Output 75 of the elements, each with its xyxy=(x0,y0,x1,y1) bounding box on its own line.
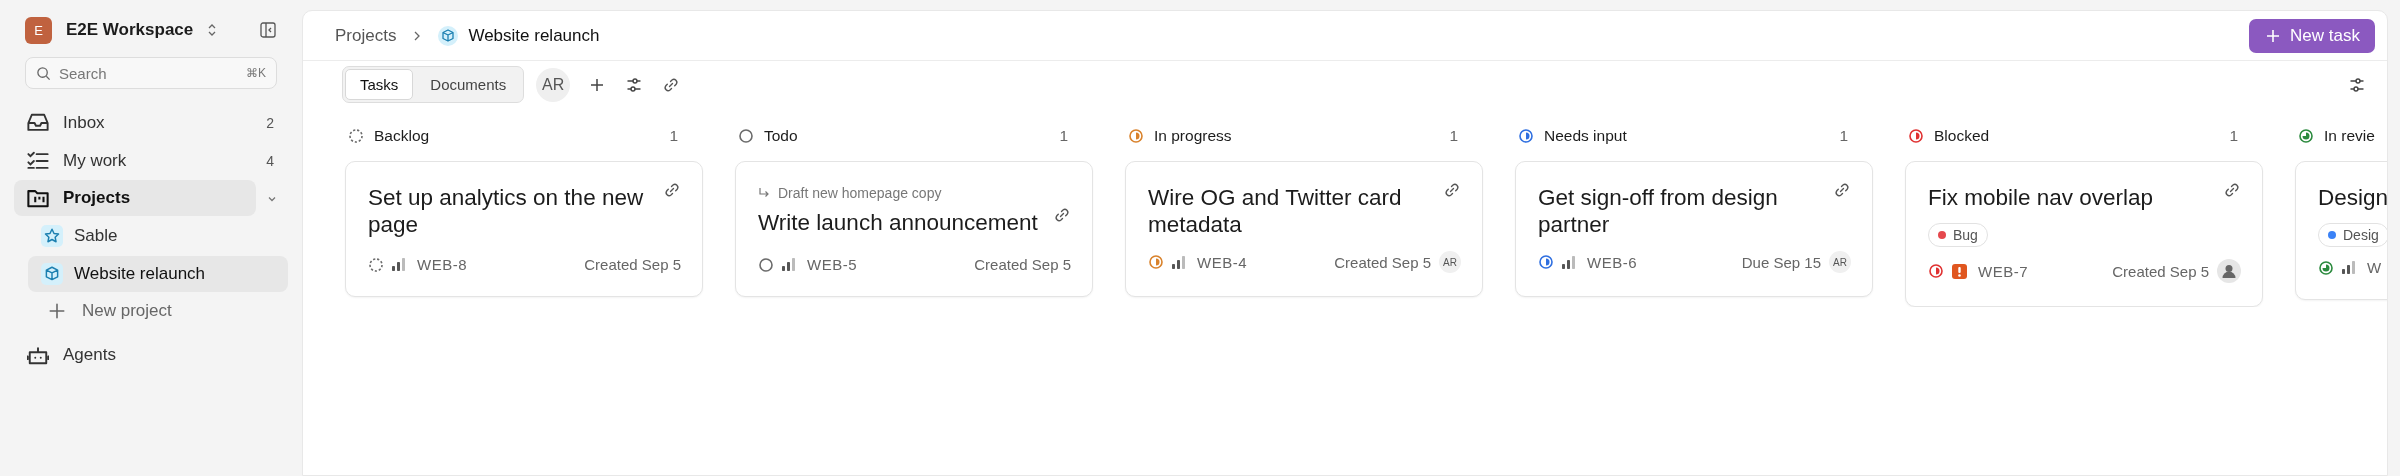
status-icon xyxy=(1538,254,1554,270)
column-count: 1 xyxy=(669,127,678,145)
card-title[interactable]: Fix mobile nav overlap xyxy=(1928,184,2211,211)
count: 2 xyxy=(266,115,274,131)
cube-icon xyxy=(43,264,61,283)
search-field[interactable]: Search ⌘K xyxy=(25,57,277,89)
task-id: WEB-4 xyxy=(1197,253,1247,271)
column-title: Backlog xyxy=(374,127,431,145)
parent-task-link[interactable]: Draft new homepage copy xyxy=(758,185,1071,201)
task-id: WEB-5 xyxy=(807,256,857,273)
inbox-icon xyxy=(27,112,49,134)
date: Created Sep 5 xyxy=(2112,262,2209,280)
status-icon xyxy=(368,256,384,273)
return-arrow-icon xyxy=(758,187,770,199)
sidebar-toggle-icon[interactable] xyxy=(259,21,277,39)
column-title: Needs input xyxy=(1544,127,1628,145)
card-title[interactable]: Design xyxy=(2318,184,2387,211)
new-project-button[interactable]: New project xyxy=(28,293,288,329)
checklist-icon xyxy=(27,149,49,172)
sidebar-item[interactable]: Projects xyxy=(14,180,256,216)
status-icon xyxy=(758,256,774,273)
link-icon[interactable] xyxy=(1833,181,1851,199)
link-icon[interactable] xyxy=(2223,181,2241,199)
date: Created Sep 5 xyxy=(584,256,681,273)
assignee-avatar: AR xyxy=(1439,251,1461,273)
switcher-icon[interactable] xyxy=(207,23,218,37)
count: 4 xyxy=(266,152,274,169)
sidebar-item[interactable]: Sable xyxy=(28,218,288,254)
workspace-name[interactable]: E2E Workspace xyxy=(66,20,194,40)
date: Created Sep 5 xyxy=(1334,253,1431,271)
column-count: 1 xyxy=(1449,127,1458,145)
column-count: 1 xyxy=(2229,127,2238,145)
task-id: WEB-7 xyxy=(1978,262,2028,280)
sidebar-item[interactable]: My work 4 xyxy=(14,142,288,179)
workspace-avatar: E xyxy=(25,16,52,44)
search-icon xyxy=(36,65,51,81)
view-tab[interactable]: Documents xyxy=(415,69,522,100)
task-id: W xyxy=(2367,259,2382,276)
date: Created Sep 5 xyxy=(974,256,1071,273)
column-title: Blocked xyxy=(1934,127,1991,145)
shortcut-hint: ⌘K xyxy=(246,66,266,80)
column-title: In revie xyxy=(2324,127,2376,145)
column-title: In progress xyxy=(1154,127,1233,145)
sidebar-item[interactable]: Inbox 2 xyxy=(14,105,288,141)
plus-icon xyxy=(2266,28,2281,43)
member-avatar[interactable]: AR xyxy=(536,67,571,102)
view-tab[interactable]: Tasks xyxy=(345,69,414,100)
column-title: Todo xyxy=(764,127,799,145)
card-title[interactable]: Wire OG and Twitter card metadata xyxy=(1148,184,1431,238)
card-title[interactable]: Set up analytics on the new page xyxy=(368,184,651,238)
breadcrumb-link[interactable]: Projects xyxy=(335,25,397,46)
star-icon xyxy=(43,227,61,245)
card-title[interactable]: Write launch announcement xyxy=(758,209,1041,236)
search-placeholder: Search xyxy=(59,64,108,82)
status-icon xyxy=(2318,259,2334,276)
date: Due Sep 15 xyxy=(1741,253,1821,271)
assignee-avatar: AR xyxy=(1829,251,1851,273)
sidebar-item[interactable]: Website relaunch xyxy=(28,255,288,292)
task-id: WEB-6 xyxy=(1587,253,1637,271)
new-task-button[interactable]: New task xyxy=(2249,18,2375,53)
task-id: WEB-8 xyxy=(417,256,467,273)
cube-icon xyxy=(440,27,457,44)
assignee-avatar xyxy=(2217,259,2241,283)
sidebar-item[interactable]: Agents xyxy=(14,336,288,373)
status-icon xyxy=(1148,254,1164,270)
breadcrumb-current[interactable]: Website relaunch xyxy=(468,25,600,46)
link-icon[interactable] xyxy=(663,181,681,199)
column-count: 1 xyxy=(1059,127,1068,145)
folder-icon xyxy=(27,187,49,209)
card-title[interactable]: Get sign-off from design partner xyxy=(1538,184,1821,238)
column-count: 1 xyxy=(1839,127,1848,145)
plus-icon xyxy=(48,302,66,320)
link-icon[interactable] xyxy=(1443,181,1461,199)
link-icon[interactable] xyxy=(1053,206,1071,224)
status-icon xyxy=(1928,263,1944,279)
